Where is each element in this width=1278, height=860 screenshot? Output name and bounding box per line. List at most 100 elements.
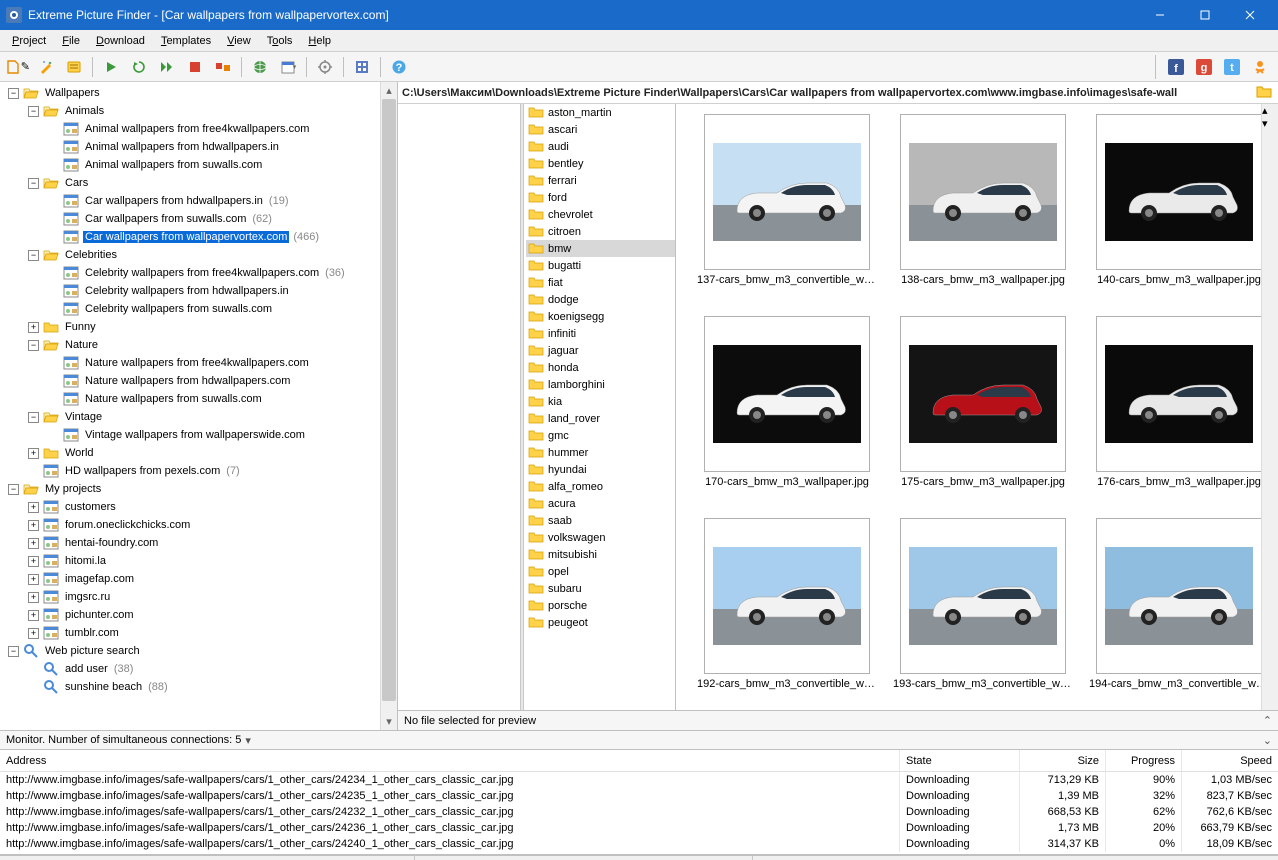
expand-icon[interactable]: + [28,592,39,603]
download-row[interactable]: http://www.imgbase.info/images/safe-wall… [0,836,1278,852]
folder-item[interactable]: bentley [526,155,675,172]
collapse-icon[interactable]: − [28,412,39,423]
tree-item[interactable]: Car wallpapers from hdwallpapers.in(19) [4,192,380,210]
menu-help[interactable]: Help [300,33,339,49]
google-icon[interactable]: g [1192,55,1216,79]
folder-item[interactable]: koenigsegg [526,308,675,325]
folder-item[interactable]: hyundai [526,461,675,478]
expand-icon[interactable]: ⌃ [1263,714,1272,727]
tree-item[interactable]: Animal wallpapers from suwalls.com [4,156,380,174]
menu-file[interactable]: File [54,33,88,49]
menu-project[interactable]: Project [4,33,54,49]
open-folder-icon[interactable] [1256,84,1274,102]
collapse-icon[interactable]: − [28,250,39,261]
calendar-icon[interactable]: ▾ [276,55,300,79]
folder-item[interactable]: alfa_romeo [526,478,675,495]
folder-item[interactable]: land_rover [526,410,675,427]
scroll-down-icon[interactable]: ▾ [381,713,397,730]
tree-wallpapers[interactable]: −Wallpapers [4,84,380,102]
folder-item[interactable]: saab [526,512,675,529]
expand-icon[interactable]: + [28,502,39,513]
download-row[interactable]: http://www.imgbase.info/images/safe-wall… [0,804,1278,820]
folder-item[interactable]: opel [526,563,675,580]
tree-cars[interactable]: −Cars [4,174,380,192]
folder-item[interactable]: infiniti [526,325,675,342]
download-row[interactable]: http://www.imgbase.info/images/safe-wall… [0,772,1278,788]
tree-item[interactable]: sunshine beach(88) [4,678,380,696]
tree-vintage[interactable]: −Vintage [4,408,380,426]
properties-icon[interactable] [62,55,86,79]
preview-bar[interactable]: No file selected for preview ⌃ [398,710,1278,730]
folder-item[interactable]: porsche [526,597,675,614]
folder-item[interactable]: subaru [526,580,675,597]
tree-item[interactable]: +forum.oneclickchicks.com [4,516,380,534]
new-project-icon[interactable]: ✎ [6,55,30,79]
maximize-button[interactable] [1182,0,1227,30]
download-row[interactable]: http://www.imgbase.info/images/safe-wall… [0,820,1278,836]
folder-item[interactable]: fiat [526,274,675,291]
folder-item[interactable]: hummer [526,444,675,461]
thumbnail-cell[interactable]: 170-cars_bmw_m3_wallpaper.jpg [694,316,880,488]
collapse-icon[interactable]: − [8,88,19,99]
header-size[interactable]: Size [1020,750,1106,771]
tree-animals[interactable]: −Animals [4,102,380,120]
tree-celebrities[interactable]: −Celebrities [4,246,380,264]
folder-item[interactable]: peugeot [526,614,675,631]
thumbnail-cell[interactable]: 192-cars_bmw_m3_convertible_wallp... [694,518,880,690]
thumbnail-cell[interactable]: 194-cars_bmw_m3_convertible_wallp... [1086,518,1272,690]
tree-funny[interactable]: +Funny [4,318,380,336]
folder-splitter[interactable] [520,104,524,710]
folder-item[interactable]: aston_martin [526,104,675,121]
expand-icon[interactable]: + [28,574,39,585]
folder-item[interactable]: ford [526,189,675,206]
header-speed[interactable]: Speed [1182,750,1278,771]
tree-nature[interactable]: −Nature [4,336,380,354]
help-icon[interactable]: ? [387,55,411,79]
tree-scrollbar[interactable]: ▴ ▾ [380,82,397,730]
expand-icon[interactable]: + [28,556,39,567]
download-row[interactable]: http://www.imgbase.info/images/safe-wall… [0,788,1278,804]
tree-item[interactable]: Car wallpapers from wallpapervortex.com(… [4,228,380,246]
folder-item[interactable]: mitsubishi [526,546,675,563]
thumbnail-cell[interactable]: 193-cars_bmw_m3_convertible_wallp... [890,518,1076,690]
collapse-icon[interactable]: − [8,484,19,495]
expand-icon[interactable]: + [28,448,39,459]
tree-item[interactable]: Celebrity wallpapers from hdwallpapers.i… [4,282,380,300]
twitter-icon[interactable]: t [1220,55,1244,79]
expand-icon[interactable]: + [28,538,39,549]
minimize-button[interactable] [1137,0,1182,30]
menu-tools[interactable]: Tools [259,33,301,49]
tree-item[interactable]: +tumblr.com [4,624,380,642]
collapse-icon[interactable]: − [28,340,39,351]
expand-icon[interactable]: + [28,610,39,621]
wizard-icon[interactable] [34,55,58,79]
header-state[interactable]: State [900,750,1020,771]
folder-item[interactable]: volkswagen [526,529,675,546]
tree-item[interactable]: +hentai-foundry.com [4,534,380,552]
tree-item[interactable]: Animal wallpapers from free4kwallpapers.… [4,120,380,138]
odnoklassniki-icon[interactable] [1248,55,1272,79]
thumbnail-cell[interactable]: 138-cars_bmw_m3_wallpaper.jpg [890,114,1076,286]
monitor-bar[interactable]: Monitor. Number of simultaneous connecti… [0,730,1278,750]
scroll-up-icon[interactable]: ▴ [381,82,397,99]
tree-item[interactable]: Celebrity wallpapers from suwalls.com [4,300,380,318]
tree-item[interactable]: +pichunter.com [4,606,380,624]
tree-item[interactable]: HD wallpapers from pexels.com(7) [4,462,380,480]
step-icon[interactable] [155,55,179,79]
folder-item[interactable]: dodge [526,291,675,308]
header-progress[interactable]: Progress [1106,750,1182,771]
menu-download[interactable]: Download [88,33,153,49]
folder-item[interactable]: jaguar [526,342,675,359]
collapse-icon[interactable]: − [28,178,39,189]
expand-icon[interactable]: + [28,322,39,333]
globe-icon[interactable] [248,55,272,79]
folder-item[interactable]: chevrolet [526,206,675,223]
folder-item[interactable]: acura [526,495,675,512]
tree-world[interactable]: +World [4,444,380,462]
thumbnail-cell[interactable]: 176-cars_bmw_m3_wallpaper.jpg [1086,316,1272,488]
facebook-icon[interactable]: f [1164,55,1188,79]
stop-all-icon[interactable] [211,55,235,79]
tree-item[interactable]: +imagefap.com [4,570,380,588]
close-button[interactable] [1227,0,1272,30]
thumbnail-cell[interactable]: 140-cars_bmw_m3_wallpaper.jpg [1086,114,1272,286]
